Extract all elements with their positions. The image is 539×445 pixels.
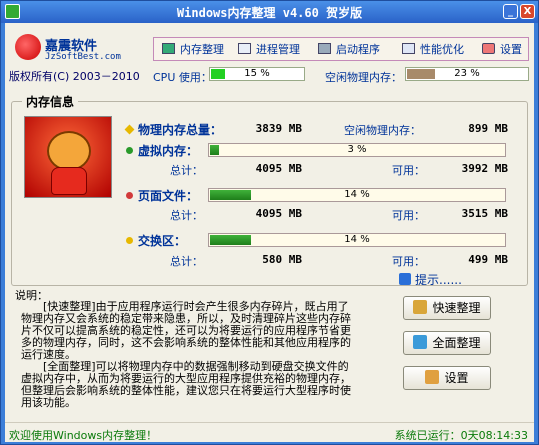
close-button[interactable]: X	[520, 4, 535, 19]
tools-icon	[482, 43, 495, 54]
swap-available-value: 499 MB	[468, 253, 508, 266]
pagefile-total-label: 总计：	[170, 209, 203, 222]
status-welcome: 欢迎使用Windows内存整理！	[9, 429, 158, 442]
pagefile-available-label: 可用：	[392, 209, 425, 222]
app-window: Windows内存整理 v4.60 贺岁版 _ X 嘉震软件 JzSoftBes…	[0, 0, 539, 445]
toolbar-process-manager[interactable]: 进程管理	[238, 41, 300, 59]
swap-bar: 14 %	[208, 233, 506, 247]
tip-label: 提示......	[415, 273, 462, 287]
settings-label: 设置	[444, 371, 469, 385]
virtual-total-label: 总计：	[170, 164, 203, 177]
status-bar: 欢迎使用Windows内存整理！ 系统已运行：0天08:14:33	[5, 422, 534, 442]
free-memory-label: 空闲物理内存：	[325, 71, 402, 84]
memory-info-group: 内存信息 物理内存总量： 3839 MB 空闲物理内存： 899 MB 虚拟内存…	[11, 93, 528, 286]
toolbar-settings[interactable]: 设置	[482, 41, 522, 59]
window-title: Windows内存整理 v4.60 贺岁版	[176, 6, 363, 20]
cpu-usage-bar: 15 %	[209, 67, 305, 81]
mascot-body	[51, 167, 87, 195]
main-toolbar: 内存整理 进程管理 启动程序 性能优化 设置	[153, 37, 529, 61]
virtual-memory-bar: 3 %	[208, 143, 506, 157]
toolbar-label: 内存整理	[180, 43, 224, 56]
minimize-button[interactable]: _	[503, 4, 518, 19]
virtual-total-value: 4095 MB	[255, 162, 302, 175]
list-icon	[238, 43, 251, 54]
pagefile-total-value: 4095 MB	[255, 207, 302, 220]
toolbar-label: 进程管理	[256, 43, 300, 56]
pagefile-label: 页面文件：	[138, 189, 199, 203]
pagefile-available-value: 3515 MB	[461, 207, 508, 220]
toolbar-label: 性能优化	[420, 43, 464, 56]
swap-percent: 14 %	[344, 234, 370, 245]
pagefile-percent: 14 %	[344, 189, 370, 200]
virtual-bullet-icon	[126, 147, 133, 154]
settings-icon	[425, 370, 440, 384]
free-memory-value: 23 %	[454, 68, 480, 79]
free-physical-label: 空闲物理内存：	[344, 124, 421, 137]
toolbar-startup-programs[interactable]: 启动程序	[318, 41, 380, 59]
full-clean-button[interactable]: 全面整理	[403, 331, 491, 355]
memory-info-title: 内存信息	[22, 93, 79, 110]
swap-available-label: 可用：	[392, 255, 425, 268]
pagefile-bar: 14 %	[208, 188, 506, 202]
physical-memory-total: 3839 MB	[255, 122, 302, 135]
mascot-face	[47, 131, 91, 171]
logo-url: JzSoftBest.com	[45, 52, 121, 62]
virtual-available-value: 3992 MB	[461, 162, 508, 175]
tip-link[interactable]: 提示......	[399, 271, 462, 288]
free-memory-bar: 23 %	[405, 67, 529, 81]
virtual-memory-percent: 3 %	[347, 144, 367, 155]
swap-total-label: 总计：	[170, 255, 203, 268]
status-uptime: 系统已运行：0天08:14:33	[394, 429, 528, 442]
virtual-available-label: 可用：	[392, 164, 425, 177]
free-physical-value: 899 MB	[468, 122, 508, 135]
client-area: 嘉震软件 JzSoftBest.com 版权所有(C) 2003－2010 内存…	[5, 23, 534, 442]
star-icon	[124, 124, 135, 135]
computer-icon	[318, 43, 331, 54]
memory-icon	[162, 43, 175, 54]
description-full: [全面整理]可以将物理内存中的数据强制移动到硬盘交换文件的虚拟内存中，从而为将要…	[21, 360, 351, 409]
tiger-mascot-image	[24, 116, 112, 198]
toolbar-memory-clean[interactable]: 内存整理	[162, 41, 224, 59]
quick-clean-label: 快速整理	[432, 301, 481, 315]
broom-icon	[413, 300, 428, 314]
memory-chip-icon	[413, 335, 428, 349]
logo-icon	[15, 34, 41, 60]
full-clean-label: 全面整理	[432, 336, 481, 350]
title-bar[interactable]: Windows内存整理 v4.60 贺岁版 _ X	[1, 1, 538, 23]
toolbar-label: 启动程序	[336, 43, 380, 56]
cpu-usage-value: 15 %	[244, 68, 270, 79]
settings-button[interactable]: 设置	[403, 366, 491, 390]
virtual-memory-label: 虚拟内存：	[138, 144, 199, 158]
rss-icon	[399, 273, 411, 285]
physical-memory-label: 物理内存总量：	[138, 123, 223, 137]
cpu-usage-label: CPU 使用：	[153, 71, 212, 84]
pagefile-bullet-icon	[126, 192, 133, 199]
chart-icon	[402, 43, 415, 54]
swap-bullet-icon	[126, 237, 133, 244]
swap-label: 交换区：	[138, 234, 187, 248]
description-quick: [快速整理]由于应用程序运行时会产生很多内存碎片，既占用了物理内存又会系统的稳定…	[21, 300, 351, 361]
quick-clean-button[interactable]: 快速整理	[403, 296, 491, 320]
swap-total-value: 580 MB	[262, 253, 302, 266]
copyright-text: 版权所有(C) 2003－2010	[9, 70, 140, 83]
toolbar-label: 设置	[500, 43, 522, 56]
toolbar-performance[interactable]: 性能优化	[402, 41, 464, 59]
